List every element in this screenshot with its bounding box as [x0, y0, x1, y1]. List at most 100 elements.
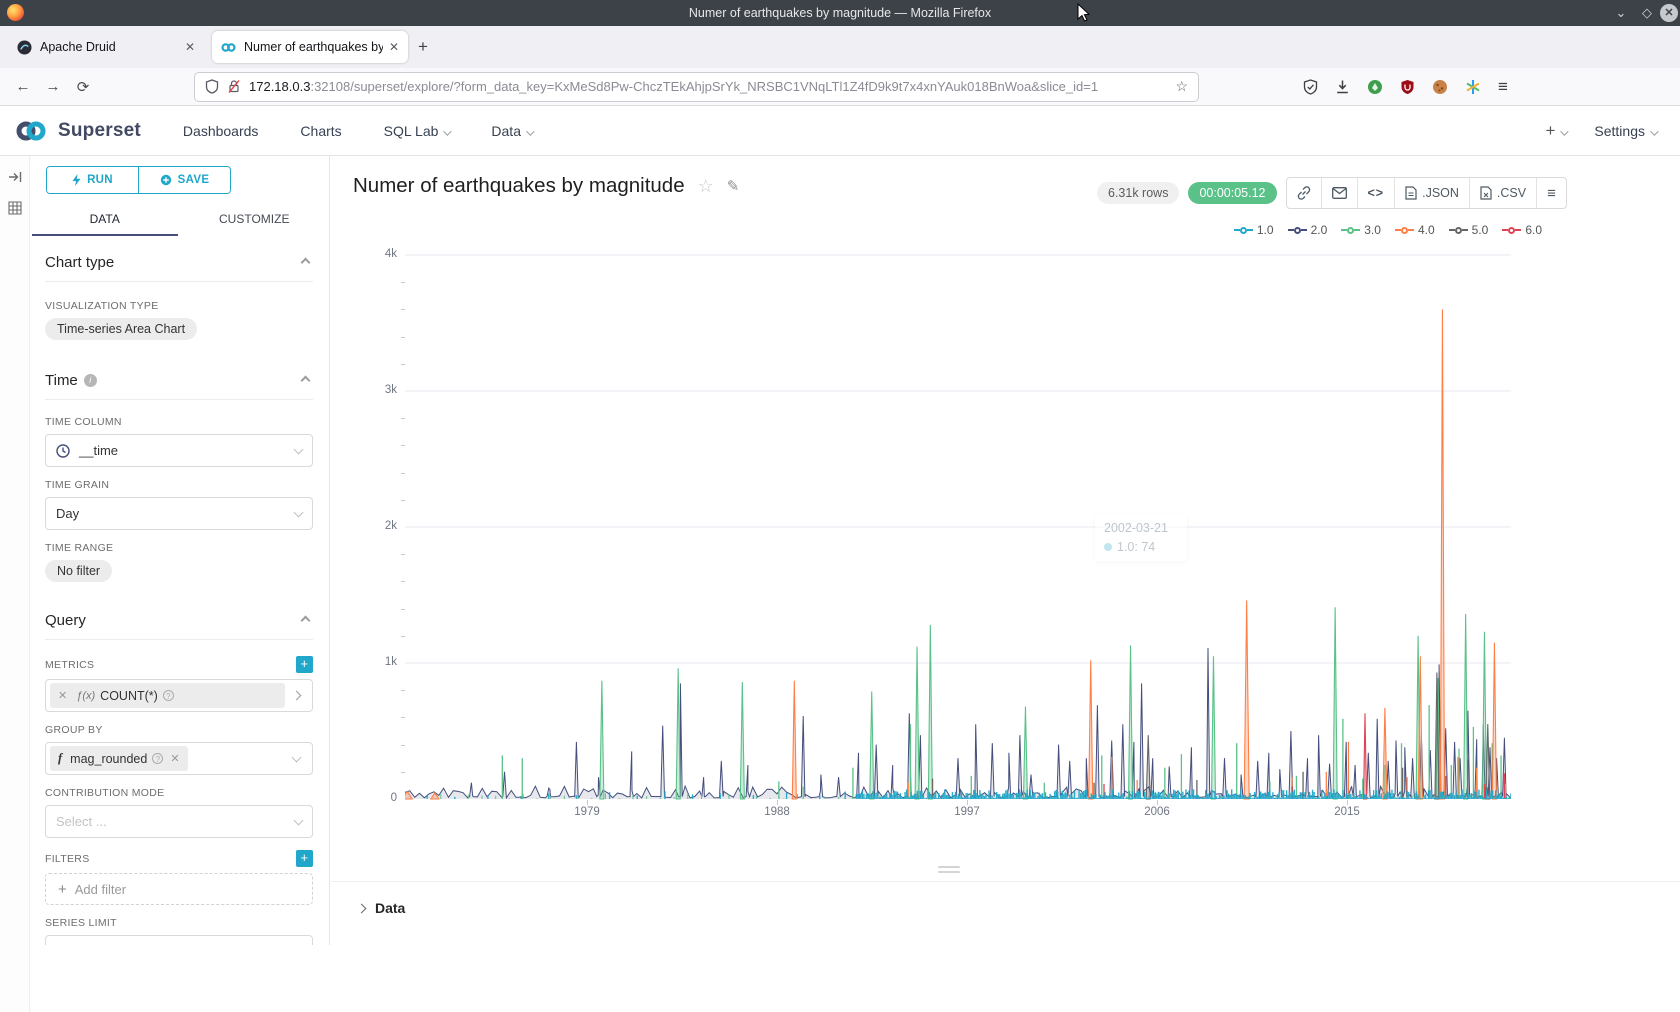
- browser-tab-superset-chart[interactable]: Numer of earthquakes by ✕: [212, 31, 408, 63]
- run-button[interactable]: RUN: [47, 167, 138, 193]
- chevron-down-icon: [526, 127, 534, 135]
- x-axis-tick: [967, 800, 968, 805]
- series-limit-label: SERIES LIMIT: [45, 917, 313, 929]
- datasource-grid-icon[interactable]: [8, 201, 22, 215]
- plus-icon: +: [58, 881, 67, 898]
- window-titlebar: Numer of earthquakes by magnitude — Mozi…: [0, 0, 1680, 26]
- url-bar[interactable]: 172.18.0.3:32108/superset/explore/?form_…: [194, 72, 1199, 102]
- y-axis-label: 2k: [357, 520, 397, 532]
- x-axis-tick: [587, 800, 588, 805]
- chevron-down-icon: [1561, 127, 1569, 135]
- cookie-addon-icon[interactable]: [1432, 79, 1448, 95]
- x-axis-tick: [1347, 800, 1348, 805]
- help-icon: ?: [152, 753, 163, 764]
- nav-data[interactable]: Data: [491, 123, 532, 139]
- reload-button[interactable]: ⟳: [68, 78, 98, 96]
- nav-sql-lab[interactable]: SQL Lab: [384, 123, 450, 139]
- nav-settings[interactable]: Settings: [1594, 123, 1656, 139]
- add-filter-dropzone[interactable]: + Add filter: [45, 873, 313, 905]
- bookmark-star-icon[interactable]: ☆: [1175, 78, 1188, 95]
- viz-type-label: VISUALIZATION TYPE: [45, 300, 313, 312]
- viz-type-pill[interactable]: Time-series Area Chart: [45, 318, 197, 340]
- new-item-button[interactable]: +: [1545, 121, 1566, 141]
- clock-icon: [56, 444, 70, 458]
- section-query[interactable]: Query: [45, 612, 313, 629]
- collapse-panel-icon[interactable]: [8, 170, 22, 184]
- group-by-select[interactable]: f mag_rounded ? ✕: [45, 742, 313, 775]
- url-text: 172.18.0.3:32108/superset/explore/?form_…: [249, 79, 1175, 94]
- panel-resize-handle[interactable]: [938, 866, 960, 876]
- firefox-logo-icon: [7, 4, 24, 21]
- window-title: Numer of earthquakes by magnitude — Mozi…: [0, 6, 1680, 20]
- time-column-label: TIME COLUMN: [45, 416, 313, 428]
- group-by-label: GROUP BY: [45, 724, 313, 736]
- y-axis-label: 4k: [357, 248, 397, 260]
- series-limit-select[interactable]: Select ...: [45, 935, 313, 945]
- time-range-pill[interactable]: No filter: [45, 560, 112, 582]
- remove-group-by-icon[interactable]: ✕: [170, 752, 179, 765]
- menu-hamburger-icon[interactable]: ≡: [1498, 77, 1508, 97]
- nav-charts[interactable]: Charts: [300, 123, 341, 139]
- tab-customize[interactable]: CUSTOMIZE: [180, 204, 330, 236]
- section-time[interactable]: Time i: [45, 372, 313, 389]
- window-close-button[interactable]: ✕: [1660, 4, 1678, 22]
- x-axis-label: 2015: [1325, 806, 1369, 818]
- help-icon: ?: [163, 690, 174, 701]
- privacy-badger-icon[interactable]: [1367, 79, 1383, 95]
- x-axis-label: 1979: [565, 806, 609, 818]
- panel-scroll-content: Chart type VISUALIZATION TYPE Time-serie…: [45, 254, 313, 945]
- metric-tag[interactable]: ✕ ƒ(x) COUNT(*) ?: [50, 683, 285, 708]
- ublock-icon[interactable]: [1400, 79, 1415, 95]
- browser-tab-apache-druid[interactable]: Apache Druid ✕: [8, 31, 204, 63]
- addon-asterisk-icon[interactable]: [1465, 79, 1481, 95]
- protections-shield-icon[interactable]: [1303, 79, 1318, 95]
- druid-favicon-icon: [17, 40, 32, 55]
- add-filter-plus-button[interactable]: +: [296, 850, 313, 867]
- chevron-right-icon: [357, 903, 367, 913]
- superset-brand[interactable]: Superset: [58, 120, 141, 142]
- browser-tabbar: Apache Druid ✕ Numer of earthquakes by ✕…: [0, 26, 1680, 68]
- metric-control[interactable]: ✕ ƒ(x) COUNT(*) ?: [45, 679, 313, 712]
- tooltip-value: 1.0: 74: [1117, 540, 1155, 554]
- time-grain-select[interactable]: Day: [45, 497, 313, 530]
- results-panel-header[interactable]: Data: [358, 900, 1680, 916]
- tooltip-series-dot: [1104, 543, 1112, 551]
- timeseries-area-chart[interactable]: [405, 250, 1511, 800]
- chevron-down-icon: [444, 127, 452, 135]
- time-grain-label: TIME GRAIN: [45, 479, 313, 491]
- info-icon: i: [84, 374, 97, 387]
- x-axis-tick: [1157, 800, 1158, 805]
- chevron-right-icon[interactable]: [292, 691, 302, 701]
- add-metric-button[interactable]: +: [296, 656, 313, 673]
- explore-control-panel: RUN SAVE DATA CUSTOMIZE Chart type VISUA…: [30, 156, 330, 945]
- browser-toolbar: ← → ⟳ 172.18.0.3:32108/superset/explore/…: [0, 68, 1680, 106]
- new-tab-button[interactable]: +: [418, 37, 428, 57]
- metrics-label: METRICS +: [45, 656, 313, 673]
- x-axis-label: 1997: [945, 806, 989, 818]
- tab-close-icon[interactable]: ✕: [389, 40, 399, 54]
- superset-logo-icon: [14, 116, 48, 146]
- insecure-lock-icon[interactable]: [227, 79, 241, 94]
- group-by-tag[interactable]: f mag_rounded ? ✕: [50, 746, 188, 771]
- bolt-icon: [72, 174, 81, 186]
- mouse-cursor: [1076, 3, 1092, 23]
- time-column-select[interactable]: __time: [45, 434, 313, 467]
- window-minimize-button[interactable]: ⌄: [1612, 4, 1630, 22]
- contribution-mode-select[interactable]: Select ...: [45, 805, 313, 838]
- nav-dashboards[interactable]: Dashboards: [183, 123, 259, 139]
- tab-close-icon[interactable]: ✕: [185, 40, 195, 54]
- plus-circle-icon: [160, 174, 172, 186]
- save-button[interactable]: SAVE: [138, 167, 230, 193]
- window-maximize-button[interactable]: ◇: [1638, 4, 1656, 22]
- tab-data[interactable]: DATA: [30, 204, 180, 236]
- remove-metric-icon[interactable]: ✕: [58, 689, 67, 702]
- forward-button[interactable]: →: [38, 78, 68, 95]
- filters-label: FILTERS +: [45, 850, 313, 867]
- contribution-mode-label: CONTRIBUTION MODE: [45, 787, 313, 799]
- section-chart-type[interactable]: Chart type: [45, 254, 313, 271]
- tracking-shield-icon[interactable]: [205, 79, 219, 94]
- chevron-up-icon: [301, 258, 311, 268]
- back-button[interactable]: ←: [8, 78, 38, 95]
- x-axis-label: 2006: [1135, 806, 1179, 818]
- downloads-icon[interactable]: [1335, 79, 1350, 95]
